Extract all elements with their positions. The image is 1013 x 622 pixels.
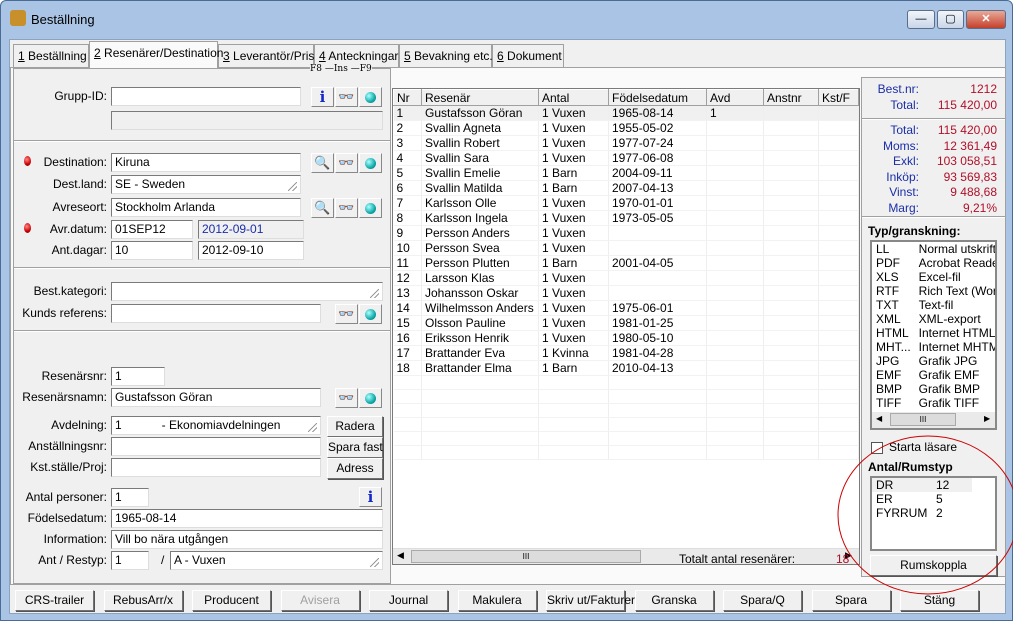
annotation-circle [837,435,1013,595]
tab-resenarer-destination[interactable]: 2 Resenärer/Destination [89,41,223,68]
window: Beställning — ▢ ✕ 1 Beställning 2 Resenä… [0,0,1013,621]
annotation-layer [837,435,1013,595]
